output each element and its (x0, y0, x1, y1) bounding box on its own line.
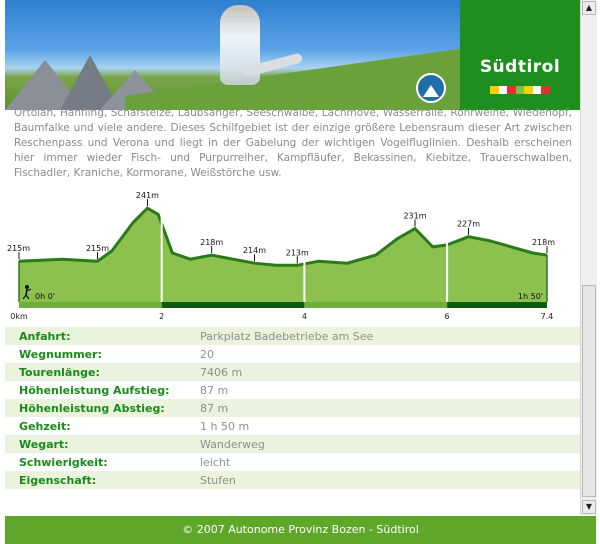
time-start-label: 0h 0' (35, 292, 55, 301)
detail-value: 87 m (200, 401, 229, 415)
elevation-label: 218m (532, 238, 555, 247)
detail-row: Höhenleistung Abstieg: 87 m (5, 399, 580, 417)
elevation-label: 215m (86, 244, 109, 253)
footer-copyright: © 2007 Autonome Provinz Bozen - Südtirol (5, 516, 596, 544)
vertical-scrollbar[interactable]: ▲ ▼ (580, 0, 597, 515)
x-tick-label: 6 (445, 312, 450, 321)
description-text: Ortolan, Hänfling, Schafstelze, Laubsäng… (14, 107, 572, 179)
elevation-label: 213m (286, 248, 309, 257)
elevation-label: 214m (243, 246, 266, 255)
header-banner-image (5, 0, 460, 110)
brand-logo: Südtirol (460, 0, 580, 110)
detail-row: Anfahrt: Parkplatz Badebetriebe am See (5, 327, 580, 345)
detail-value: 20 (200, 347, 214, 361)
x-tick-label: 7.4 (541, 312, 554, 321)
time-end-label: 1h 50' (518, 292, 543, 301)
scroll-up-button[interactable]: ▲ (582, 1, 596, 15)
elevation-label: 218m (200, 238, 223, 247)
detail-value: Stufen (200, 473, 236, 487)
distance-axis-bar (304, 302, 448, 308)
detail-row: Gehzeit: 1 h 50 m (5, 417, 580, 435)
detail-row: Schwierigkeit: leicht (5, 453, 580, 471)
x-tick-label: 4 (302, 312, 307, 321)
hiker-icon (416, 73, 446, 103)
brand-name: Südtirol (479, 57, 561, 77)
detail-value: 7406 m (200, 365, 243, 379)
detail-label: Höhenleistung Abstieg: (19, 401, 165, 415)
elevation-profile-chart: 0km 2 4 6 7.4 215m 215m 241m 218m 214m 213m 231m 227… (5, 185, 575, 325)
elevation-profile-svg: 0km 2 4 6 7.4 215m 215m 241m 218m 214m 213m 231m 227… (7, 191, 555, 321)
detail-label: Wegart: (19, 437, 69, 451)
distance-axis-bar (447, 302, 547, 308)
elevation-label: 241m (136, 191, 159, 200)
detail-label: Tourenlänge: (19, 365, 100, 379)
detail-value: 1 h 50 m (200, 419, 250, 433)
detail-label: Höhenleistung Aufstieg: (19, 383, 170, 397)
scroll-down-button[interactable]: ▼ (582, 500, 596, 514)
detail-value: leicht (200, 455, 231, 469)
elevation-label: 215m (7, 244, 30, 253)
detail-label: Eigenschaft: (19, 473, 97, 487)
detail-row: Höhenleistung Aufstieg: 87 m (5, 381, 580, 399)
detail-value: Wanderweg (200, 437, 265, 451)
detail-value: Parkplatz Badebetriebe am See (200, 329, 374, 343)
detail-row: Tourenlänge: 7406 m (5, 363, 580, 381)
elevation-label: 231m (403, 212, 426, 221)
x-tick-label: 0km (10, 312, 28, 321)
detail-label: Schwierigkeit: (19, 455, 108, 469)
detail-row: Eigenschaft: Stufen (5, 471, 580, 489)
detail-label: Gehzeit: (19, 419, 71, 433)
brand-stripes (490, 86, 551, 94)
elevation-label: 227m (457, 220, 480, 229)
page: Südtirol Ortolan, Hänfling, Schafstelze,… (0, 0, 600, 544)
detail-value: 87 m (200, 383, 229, 397)
scrollbar-thumb[interactable] (582, 285, 596, 497)
tour-details-table: Anfahrt: Parkplatz Badebetriebe am See Weg… (5, 327, 580, 489)
distance-axis-bar (19, 302, 162, 308)
x-tick-label: 2 (159, 312, 164, 321)
detail-label: Wegnummer: (19, 347, 102, 361)
distance-axis-bar (161, 302, 305, 308)
detail-label: Anfahrt: (19, 329, 71, 343)
detail-row: Wegart: Wanderweg (5, 435, 580, 453)
detail-row: Wegnummer: 20 (5, 345, 580, 363)
